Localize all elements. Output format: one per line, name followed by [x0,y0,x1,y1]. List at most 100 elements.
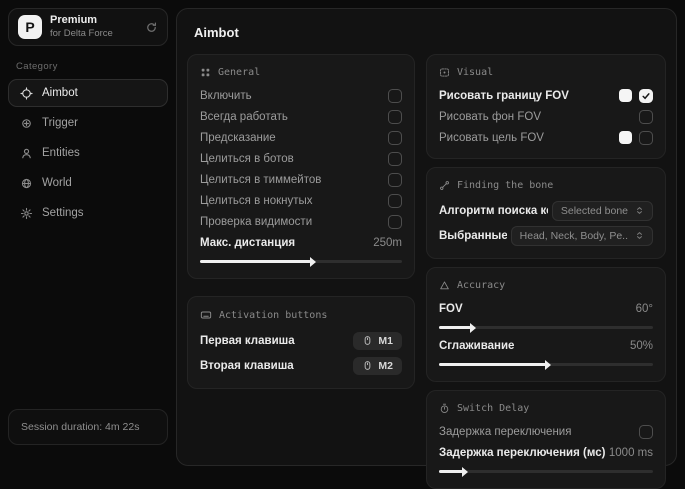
keybind-row: Первая клавиша M1 [200,328,402,353]
keyboard-icon [200,309,212,321]
bone-icon [439,180,450,191]
slider-label: Сглаживание [439,340,514,352]
toggle-label: Включить [200,90,252,102]
image-icon [439,67,450,78]
slider-value: 1000 ms [609,447,653,459]
accuracy-header: Accuracy [439,280,653,291]
checkbox[interactable] [388,131,402,145]
toggle-row: Включить [200,85,402,106]
sidebar-item-trigger[interactable]: Trigger [8,109,168,137]
toggle-label: Целиться в тиммейтов [200,174,321,186]
visual-header-label: Visual [457,67,493,78]
sidebar-item-label: World [42,177,72,189]
slider-fill [439,326,471,329]
keybind-label: Вторая клавиша [200,360,294,372]
trigger-icon [20,117,33,130]
slider-label: Задержка переключения (мс) [439,447,605,459]
keybind-label: Первая клавиша [200,335,295,347]
toggle-row: Проверка видимости [200,211,402,232]
bone-label: Выбранные кости [439,230,507,242]
slider-value: 50% [630,340,653,352]
slider-thumb[interactable] [470,323,476,333]
keybind-key: M2 [378,360,393,372]
visual-label: Рисовать фон FOV [439,111,541,123]
selected-bones-select[interactable]: Head, Neck, Body, Pe.. [511,226,653,246]
visual-card: Visual Рисовать границу FOV Рисовать фон… [426,54,666,159]
session-duration-text: Session duration: 4m 22s [21,421,139,433]
app-header-text: Premium for Delta Force [50,14,113,40]
sidebar-item-label: Settings [42,207,84,219]
toggle-label: Целиться в нокнутых [200,195,313,207]
general-header-label: General [218,67,260,78]
app-subtitle: for Delta Force [50,28,113,40]
sidebar-item-aimbot[interactable]: Aimbot [8,79,168,107]
timer-icon [439,403,450,414]
general-card: General Включить Всегда работать Предска… [187,54,415,279]
app-title: Premium [50,14,113,28]
toggle-row: Целиться в нокнутых [200,190,402,211]
slider-fill [200,260,311,263]
switch-delay-header-label: Switch Delay [457,403,529,414]
sidebar-nav: Aimbot Trigger Entities [0,79,176,229]
toggle-row: Целиться в ботов [200,148,402,169]
sidebar: P Premium for Delta Force Category Aimbo… [0,0,176,449]
checkbox[interactable] [639,425,653,439]
page-title: Aimbot [194,25,666,40]
check-icon [641,91,651,101]
bone-card: Finding the bone Алгоритм поиска кости S… [426,167,666,259]
color-swatch[interactable] [619,89,632,102]
slider-label: FOV [439,303,463,315]
slider-fill [439,363,546,366]
checkbox[interactable] [388,152,402,166]
toggle-row: Предсказание [200,127,402,148]
slider-row: Задержка переключения (мс) 1000 ms [439,442,653,463]
slider-row: Сглаживание 50% [439,335,653,356]
globe-icon [20,177,33,190]
grid-icon [200,67,211,78]
activation-header-label: Activation buttons [219,310,327,321]
toggle-row: Задержка переключения [439,421,653,442]
slider-value: 250m [373,237,402,249]
slider-thumb[interactable] [310,257,316,267]
bone-row: Выбранные кости Head, Neck, Body, Pe.. [439,223,653,248]
smoothing-slider[interactable] [439,363,653,366]
sidebar-item-world[interactable]: World [8,169,168,197]
visual-label: Рисовать цель FOV [439,132,544,144]
checkbox[interactable] [639,89,653,103]
checkbox[interactable] [388,215,402,229]
accuracy-header-label: Accuracy [457,280,505,291]
max-distance-slider[interactable] [200,260,402,263]
select-value: Selected bone [561,205,628,217]
sidebar-item-settings[interactable]: Settings [8,199,168,227]
toggle-row: Целиться в тиммейтов [200,169,402,190]
slider-label: Макс. дистанция [200,237,295,249]
checkbox[interactable] [388,173,402,187]
checkbox[interactable] [388,194,402,208]
chevron-up-down-icon [635,205,644,216]
switch-delay-slider[interactable] [439,470,653,473]
toggle-label: Проверка видимости [200,216,312,228]
visual-row: Рисовать цель FOV [439,127,653,148]
checkbox[interactable] [639,110,653,124]
sidebar-item-entities[interactable]: Entities [8,139,168,167]
slider-thumb[interactable] [462,467,468,477]
gear-icon [20,207,33,220]
checkbox[interactable] [639,131,653,145]
switch-delay-header: Switch Delay [439,403,653,414]
select-value: Head, Neck, Body, Pe.. [520,230,628,242]
bone-algorithm-select[interactable]: Selected bone [552,201,653,221]
color-swatch[interactable] [619,131,632,144]
mouse-icon [362,360,373,371]
app-logo: P [18,15,42,39]
refresh-icon[interactable] [145,21,158,34]
keybind-button-1[interactable]: M1 [353,332,402,350]
triangle-icon [439,280,450,291]
chevron-up-down-icon [635,230,644,241]
slider-thumb[interactable] [545,360,551,370]
session-duration: Session duration: 4m 22s [8,409,168,445]
checkbox[interactable] [388,110,402,124]
keybind-button-2[interactable]: M2 [353,357,402,375]
fov-slider[interactable] [439,326,653,329]
checkbox[interactable] [388,89,402,103]
slider-row: Макс. дистанция 250m [200,232,402,253]
